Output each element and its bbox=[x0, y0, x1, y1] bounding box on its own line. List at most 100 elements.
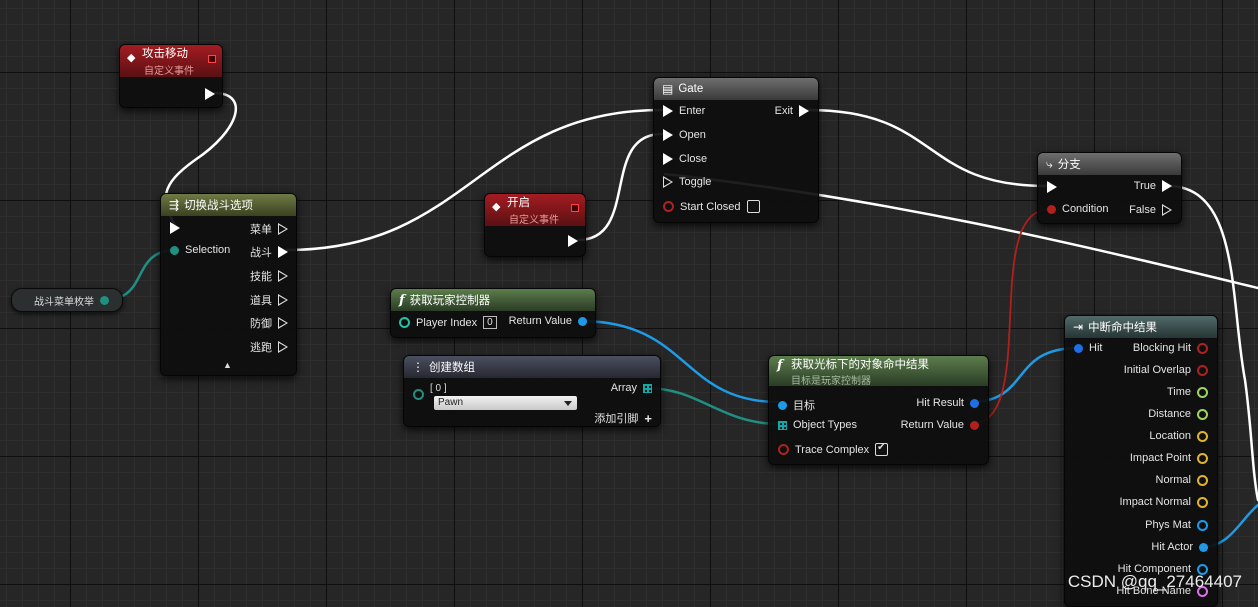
gate-close-row[interactable]: Close bbox=[663, 153, 707, 165]
bool-in-pin[interactable] bbox=[663, 201, 674, 212]
gate-open-row[interactable]: Open bbox=[663, 129, 706, 141]
target-row[interactable]: 目标 bbox=[778, 397, 815, 413]
branch-node[interactable]: ⤷ 分支 Condition True False bbox=[1037, 152, 1182, 224]
get-player-controller-node[interactable]: f 获取玩家控制器 Player Index 0 Return Value bbox=[390, 288, 596, 338]
enum-out-pin[interactable] bbox=[100, 295, 109, 305]
array-out-pin[interactable] bbox=[643, 383, 652, 393]
exec-in-pin[interactable] bbox=[170, 222, 180, 234]
object-out-pin[interactable] bbox=[578, 316, 587, 326]
make-array-icon: ⋮ bbox=[412, 360, 424, 374]
gate-node[interactable]: ▤ Gate Enter Open Close Toggle Start Clo… bbox=[653, 77, 819, 223]
condition-row[interactable]: Condition bbox=[1047, 203, 1108, 215]
enum-in-pin[interactable] bbox=[413, 389, 424, 400]
selection-pin-row[interactable]: Selection bbox=[170, 244, 230, 256]
gate-exit-row[interactable]: Exit bbox=[775, 105, 809, 117]
return-value-row[interactable]: Return Value bbox=[901, 419, 979, 431]
exec-out-pin[interactable] bbox=[278, 317, 288, 329]
exec-out-pin[interactable] bbox=[568, 235, 578, 247]
object-out-pin[interactable] bbox=[1197, 519, 1208, 531]
switch-out-5[interactable]: 防御 bbox=[250, 315, 288, 331]
initial-overlap-label: Initial Overlap bbox=[1123, 364, 1191, 376]
exec-in-pin[interactable] bbox=[663, 129, 673, 141]
exec-in-pin[interactable] bbox=[1047, 181, 1057, 193]
bool-out-pin[interactable] bbox=[970, 420, 979, 430]
switch-out-1[interactable]: 菜单 bbox=[250, 221, 288, 237]
switch-out-6[interactable]: 逃跑 bbox=[250, 339, 288, 355]
normal-row[interactable]: Normal bbox=[1156, 474, 1208, 486]
hit-in-row[interactable]: Hit bbox=[1074, 342, 1102, 354]
event-diamond-icon: ◆ bbox=[492, 201, 501, 213]
event-delegate-pin[interactable] bbox=[208, 55, 216, 63]
hit-result-row[interactable]: Hit Result bbox=[916, 397, 979, 409]
break-hit-result-node[interactable]: ⇥ 中断命中结果 Hit Blocking Hit Initial Overla… bbox=[1064, 315, 1218, 607]
impact-point-row[interactable]: Impact Point bbox=[1130, 452, 1208, 464]
vector-out-pin[interactable] bbox=[1197, 430, 1208, 442]
bool-out-pin[interactable] bbox=[1197, 342, 1208, 354]
vector-out-pin[interactable] bbox=[1197, 474, 1208, 486]
trace-complex-checkbox[interactable] bbox=[875, 443, 889, 456]
struct-in-pin[interactable] bbox=[1074, 343, 1083, 353]
return-value-row[interactable]: Return Value bbox=[509, 315, 587, 327]
exec-out-pin[interactable] bbox=[278, 246, 288, 258]
object-in-pin[interactable] bbox=[778, 400, 787, 410]
vector-out-pin[interactable] bbox=[1197, 496, 1208, 508]
switch-out-2[interactable]: 战斗 bbox=[250, 244, 288, 260]
array-out-row[interactable]: Array bbox=[611, 382, 652, 394]
struct-out-pin[interactable] bbox=[970, 398, 979, 408]
index0-row[interactable] bbox=[413, 389, 424, 400]
float-out-pin[interactable] bbox=[1197, 386, 1208, 398]
exec-in-pin[interactable] bbox=[663, 105, 673, 117]
battle-menu-enum-variable[interactable]: 战斗菜单枚举 bbox=[11, 288, 123, 312]
condition-pin[interactable] bbox=[1047, 204, 1056, 214]
get-hit-result-node[interactable]: f 获取光标下的对象命中结果 目标是玩家控制器 目标 Object Types … bbox=[768, 355, 989, 465]
true-row[interactable]: True bbox=[1134, 180, 1172, 192]
exec-out-pin[interactable] bbox=[278, 270, 288, 282]
distance-row[interactable]: Distance bbox=[1148, 408, 1208, 420]
exec-in-pin[interactable] bbox=[663, 176, 673, 188]
switch-out-3[interactable]: 技能 bbox=[250, 268, 288, 284]
event-delegate-pin[interactable] bbox=[571, 204, 579, 212]
trace-complex-row[interactable]: Trace Complex bbox=[778, 443, 889, 456]
impact-normal-row[interactable]: Impact Normal bbox=[1119, 496, 1208, 508]
exec-out-pin[interactable] bbox=[278, 294, 288, 306]
add-pin-row[interactable]: 添加引脚 + bbox=[594, 410, 652, 426]
exec-out-pin[interactable] bbox=[1162, 180, 1172, 192]
player-index-input[interactable]: 0 bbox=[483, 316, 497, 329]
int-in-pin[interactable] bbox=[399, 317, 410, 328]
exec-out-pin[interactable] bbox=[278, 223, 288, 235]
phys-mat-row[interactable]: Phys Mat bbox=[1145, 519, 1208, 531]
switch-out-4[interactable]: 道具 bbox=[250, 292, 288, 308]
vector-out-pin[interactable] bbox=[1197, 452, 1208, 464]
expand-arrow-icon[interactable]: ▲ bbox=[223, 360, 232, 370]
event-open-node[interactable]: ◆ 开启 自定义事件 bbox=[484, 193, 586, 257]
float-out-pin[interactable] bbox=[1197, 408, 1208, 420]
blocking-hit-row[interactable]: Blocking Hit bbox=[1133, 342, 1208, 354]
object-types-row[interactable]: Object Types bbox=[778, 419, 857, 431]
switch-node[interactable]: ⇶ 切换战斗选项 Selection 菜单 战斗 技能 道具 防御 逃跑 ▲ bbox=[160, 193, 297, 376]
pawn-dropdown[interactable]: Pawn bbox=[434, 396, 577, 410]
exec-out-pin[interactable] bbox=[205, 88, 215, 100]
gate-start-closed-row[interactable]: Start Closed bbox=[663, 200, 760, 213]
selection-pin[interactable] bbox=[170, 245, 179, 255]
time-row[interactable]: Time bbox=[1167, 386, 1208, 398]
bool-out-pin[interactable] bbox=[1197, 364, 1208, 376]
hit-actor-row[interactable]: Hit Actor bbox=[1151, 541, 1208, 553]
object-out-pin[interactable] bbox=[1199, 542, 1208, 552]
exec-in-pin[interactable] bbox=[663, 153, 673, 165]
initial-overlap-row[interactable]: Initial Overlap bbox=[1124, 364, 1208, 376]
gate-enter-row[interactable]: Enter bbox=[663, 105, 705, 117]
bool-in-pin[interactable] bbox=[778, 444, 789, 455]
exec-out-pin[interactable] bbox=[1162, 204, 1172, 216]
array-in-pin[interactable] bbox=[778, 420, 787, 430]
false-row[interactable]: False bbox=[1129, 204, 1172, 216]
exec-out-pin[interactable] bbox=[278, 341, 288, 353]
event-attack-move-node[interactable]: ◆ 攻击移动 自定义事件 bbox=[119, 44, 223, 108]
location-row[interactable]: Location bbox=[1149, 430, 1208, 442]
func-header: f 获取玩家控制器 bbox=[391, 289, 595, 311]
gate-toggle-row[interactable]: Toggle bbox=[663, 176, 711, 188]
start-closed-checkbox[interactable] bbox=[746, 200, 760, 213]
make-array-node[interactable]: ⋮ 创建数组 [ 0 ] Pawn Array 添加引脚 + bbox=[403, 355, 661, 427]
plus-icon[interactable]: + bbox=[644, 411, 652, 426]
exec-out-pin[interactable] bbox=[799, 105, 809, 117]
player-index-row[interactable]: Player Index 0 bbox=[399, 316, 497, 329]
